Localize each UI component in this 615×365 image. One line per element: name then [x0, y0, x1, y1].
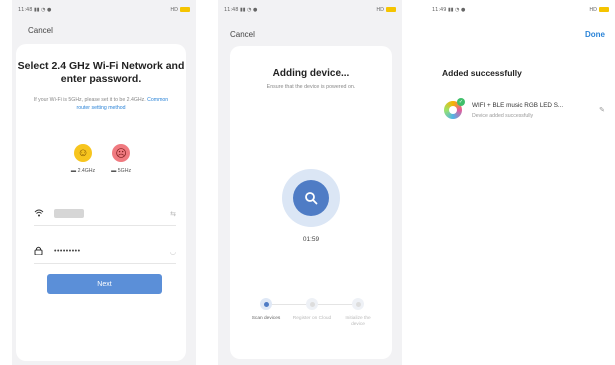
scan-progress-ring	[282, 169, 340, 227]
step-label: Initialize the device	[345, 316, 371, 327]
step-dot-icon	[260, 298, 272, 310]
device-list-item[interactable]: ✓ WIFI + BLE music RGB LED S... Device a…	[444, 96, 605, 124]
status-time: 11:49	[432, 7, 447, 13]
search-icon	[293, 180, 329, 216]
battery-icon	[599, 7, 609, 12]
signal-icon: ▮▮ ◔ ●	[240, 7, 258, 13]
page-title: Added successfully	[442, 68, 522, 78]
step-dot-icon	[352, 298, 364, 310]
step-label: Scan devices	[251, 316, 281, 321]
step-initialize-device: Initialize the device	[338, 298, 378, 328]
band-24-item: ☺ ▬ 2.4GHz	[71, 144, 95, 174]
added-success-screen: 11:49 ▮▮ ◔ ● HD Done Added successfully …	[426, 0, 615, 365]
done-button[interactable]: Done	[585, 30, 605, 39]
band-24-text: 2.4GHz	[77, 168, 96, 174]
switch-icon[interactable]: ⇆	[170, 210, 176, 218]
status-bar: 11:49 ▮▮ ◔ ● HD	[432, 6, 609, 14]
step-dot-icon	[306, 298, 318, 310]
edit-pencil-icon[interactable]: ✎	[599, 106, 605, 114]
wifi-hint-text: If your Wi-Fi is 5GHz, please set it to …	[33, 97, 146, 103]
wifi-ssid-row[interactable]: ⇆	[34, 202, 176, 226]
signal-icon: ▮▮ ◔ ●	[34, 7, 52, 13]
status-time: 11:48	[18, 7, 33, 13]
band-24-label: ▬ 2.4GHz	[71, 168, 95, 174]
page-title: Select 2.4 GHz Wi-Fi Network and enter p…	[17, 60, 185, 85]
wifi-setup-screen: 11:48 ▮▮ ◔ ● HD Cancel Select 2.4 GHz Wi…	[12, 0, 196, 365]
countdown-timer: 01:59	[302, 236, 320, 243]
power-hint: Ensure that the device is powered on.	[266, 84, 356, 90]
device-info: WIFI + BLE music RGB LED S... Device add…	[472, 102, 597, 119]
status-time: 11:48	[224, 7, 239, 13]
lock-icon	[34, 246, 48, 257]
step-label: Register on Cloud	[292, 316, 332, 321]
band-5-text: 5GHz	[117, 168, 132, 174]
happy-face-icon: ☺	[74, 144, 93, 162]
progress-steps: Scan devices Register on Cloud Initializ…	[246, 298, 382, 338]
battery-icon	[386, 7, 396, 12]
battery-icon	[180, 7, 190, 12]
adding-card: Adding device... Ensure that the device …	[230, 46, 392, 359]
band-illustration: ☺ ▬ 2.4GHz ☹ ▬ 5GHz	[16, 144, 186, 174]
cancel-button[interactable]: Cancel	[230, 30, 255, 39]
wifi-hint: If your Wi-Fi is 5GHz, please set it to …	[28, 96, 174, 112]
eye-icon[interactable]: ◡	[170, 248, 176, 256]
wifi-icon	[34, 209, 48, 219]
band-5-label: ▬ 5GHz	[111, 168, 131, 174]
next-button[interactable]: Next	[47, 274, 162, 294]
sad-face-icon: ☹	[112, 144, 131, 162]
step-scan-devices: Scan devices	[246, 298, 286, 322]
check-icon: ✓	[457, 98, 465, 106]
cancel-button[interactable]: Cancel	[28, 26, 53, 35]
signal-icon: ▮▮ ◔ ●	[448, 7, 466, 13]
wifi-card: Select 2.4 GHz Wi-Fi Network and enter p…	[16, 44, 186, 361]
status-bar: 11:48 ▮▮ ◔ ● HD	[224, 6, 396, 14]
status-right: HD	[170, 7, 178, 13]
status-right: HD	[376, 7, 384, 13]
status-bar: 11:48 ▮▮ ◔ ● HD	[18, 6, 190, 14]
led-device-icon: ✓	[444, 98, 465, 119]
band-5-item: ☹ ▬ 5GHz	[111, 144, 131, 174]
step-register-cloud: Register on Cloud	[292, 298, 332, 322]
status-right: HD	[589, 7, 597, 13]
device-name: WIFI + BLE music RGB LED S...	[472, 101, 564, 109]
password-field[interactable]: •••••••••	[54, 248, 81, 255]
router-icon: ▬	[70, 168, 77, 174]
router-icon: ▬	[111, 168, 117, 174]
wifi-ssid-value	[54, 209, 84, 218]
password-row[interactable]: ••••••••• ◡	[34, 240, 176, 264]
device-status: Device added successfully	[472, 112, 534, 119]
page-title: Adding device...	[272, 68, 350, 79]
adding-device-screen: 11:48 ▮▮ ◔ ● HD Cancel Adding device... …	[218, 0, 402, 365]
